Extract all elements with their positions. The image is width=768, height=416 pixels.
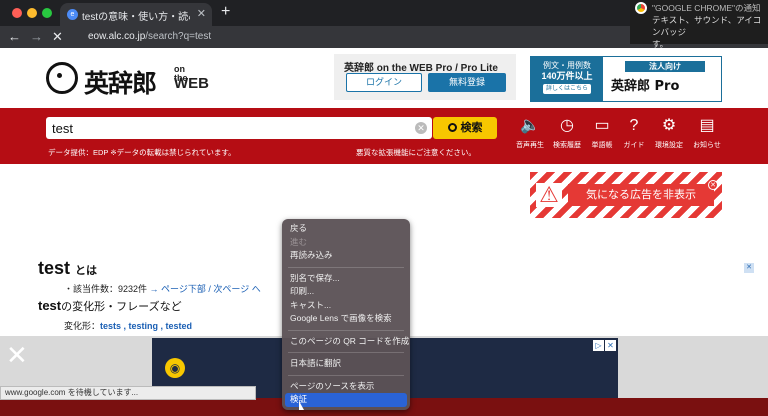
result-suffix: とは [75,265,98,277]
speaker-icon: 🔈 [520,117,540,134]
notification-body: テキスト、サウンド、アイコンバッジ [652,15,762,37]
context-menu-item: 進む [290,236,308,247]
ad-close-icon[interactable]: ✕ [6,340,28,371]
menu-separator [288,374,404,376]
login-button[interactable]: ログイン [346,73,422,92]
warning-icon: ⚠ [536,183,562,207]
tool-label: ガイド [623,142,645,149]
result-count: ・該当件数：9232件 [64,284,148,294]
ad-x-icon[interactable]: ✕ [605,340,616,351]
hide-ads-box: ⚠ 気になる広告を非表示 ✕ [530,172,722,218]
extension-warning-link[interactable]: 悪質な拡張機能にご注意ください。 [356,147,476,158]
next-page-link[interactable]: / 次ページ へ [208,284,260,294]
url-host: eow.alc.co.jp [88,31,146,42]
banner-line1: 例文・用例数 [543,61,591,70]
menu-separator [288,266,404,268]
banner-left: 例文・用例数 140万件以上 詳しくはこちら [531,57,603,101]
tool-label: 音声再生 [516,142,544,149]
context-menu-item[interactable]: このページの QR コードを作成 [282,335,410,349]
forms-heading: testの変化形・フレーズなど [38,298,182,314]
tool-label: 環境設定 [655,142,683,149]
register-button[interactable]: 無料登録 [428,73,506,92]
tool-audio[interactable]: 🔈 音声再生 [512,116,548,150]
mouse-cursor-icon [299,401,304,410]
back-arrow-icon[interactable]: ← [8,29,21,44]
pro-title: 英辞郎 on the WEB Pro / Pro Lite [344,63,498,74]
close-window-button[interactable] [12,8,22,18]
minimize-window-button[interactable] [27,8,37,18]
result-count-line: ・該当件数：9232件 → ページ下部 / 次ページ へ [64,282,261,295]
forms-label: 変化形： [64,321,101,331]
tool-settings[interactable]: ⚙ 環境設定 [651,116,687,150]
side-ad-close-icon[interactable]: ✕ [744,263,754,273]
gear-icon: ⚙ [661,117,677,134]
tab-close-icon[interactable]: ✕ [197,7,206,20]
banner-brand: 英辞郎 Pro [611,79,680,94]
clock-icon: ◷ [560,117,574,134]
new-tab-button[interactable]: + [221,3,230,21]
context-menu-item[interactable]: Google Lens で画像を検索 [282,312,410,326]
search-band: ✕ 検索 データ提供：EDP ※データの転載は禁じられています。 悪質な拡張機能… [0,108,768,164]
stop-loading-icon[interactable]: ✕ [52,29,63,45]
tool-label: 単語帳 [591,142,613,149]
chrome-icon [635,2,647,14]
notification-popup[interactable]: "GOOGLE CHROME"の通知 テキスト、サウンド、アイコンバッジ す。 [630,0,768,49]
logo-text: 英辞郎 [84,69,157,98]
site-header: 英辞郎 on the WEB 英辞郎 on the WEB Pro / Pro … [0,48,768,108]
context-menu-item[interactable]: ページのソースを表示 [282,380,410,394]
context-menu-item[interactable]: 再読み込み [282,249,410,263]
pro-login-box: 英辞郎 on the WEB Pro / Pro Lite ログイン 無料登録 [334,54,516,100]
forms-line: 変化形：tests , testing , tested [64,319,192,332]
address-bar[interactable]: eow.alc.co.jp/search?q=test [70,28,630,46]
forms-links[interactable]: tests , testing , tested [100,321,192,331]
result-word: test [38,258,71,278]
banner-small-link: 詳しくはこちら [542,84,591,94]
zoom-window-button[interactable] [42,8,52,18]
context-menu-item[interactable]: キャスト... [282,299,410,313]
monitor-icon: ▭ [594,117,610,134]
pro-banner[interactable]: 例文・用例数 140万件以上 詳しくはこちら 法人向け 英辞郎 Pro [530,56,722,102]
tab-title: testの意味・使い方・読み方 | 英辞 [82,12,190,23]
search-icon [447,123,457,132]
favicon-icon: e [67,9,78,20]
forward-arrow-icon[interactable]: → [30,29,43,44]
search-button-label: 検索 [460,122,483,134]
ad-logo-icon: ◉ [165,358,185,378]
context-menu-item[interactable]: 日本語に翻訳 [282,357,410,371]
logo-mascot-icon [46,62,78,94]
context-menu: 戻る 進む再読み込み別名で保存... 印刷... キャスト... Google Lens… [282,219,410,410]
tool-wordbook[interactable]: ▭ 単語帳 [584,116,620,150]
status-bar: www.google.com を待機しています... [0,386,256,400]
context-menu-item[interactable]: 戻る [282,222,410,236]
search-button[interactable]: 検索 [433,117,497,139]
logo-web: WEB [174,75,209,92]
clear-search-icon[interactable]: ✕ [415,122,427,134]
search-input[interactable] [46,117,432,139]
context-menu-item[interactable]: 別名で保存... [282,272,410,286]
url-path: /search?q=test [145,31,212,42]
tool-guide[interactable]: ? ガイド [616,116,652,150]
menu-separator [288,352,404,353]
close-icon[interactable]: ✕ [708,180,718,190]
context-menu-item[interactable]: 印刷... [282,285,410,299]
menu-separator [288,329,404,331]
result-heading: test とは [38,258,97,279]
forms-word: test [38,298,62,313]
page-bottom-link[interactable]: → ページ下部 [150,284,206,294]
forms-suffix: の変化形・フレーズなど [61,301,182,313]
help-icon: ? [629,117,639,134]
banner-line2: 140万件以上 [541,71,593,81]
browser-tab[interactable]: e testの意味・使い方・読み方 | 英辞 ✕ [60,3,212,26]
tool-history[interactable]: ◷ 検索履歴 [549,116,585,150]
notice-icon: ▤ [699,117,715,134]
hide-ads-button[interactable]: 気になる広告を非表示 [568,184,714,206]
ad-info-icon[interactable]: ▷ [593,340,604,351]
tool-news[interactable]: ▤ お知らせ [689,116,725,150]
data-note: データ提供：EDP ※データの転載は禁じられています。 [48,148,236,157]
tool-label: お知らせ [693,142,721,149]
tool-label: 検索履歴 [553,142,581,149]
notification-title: "GOOGLE CHROME"の通知 [652,3,761,13]
banner-corp: 法人向け [625,61,705,72]
